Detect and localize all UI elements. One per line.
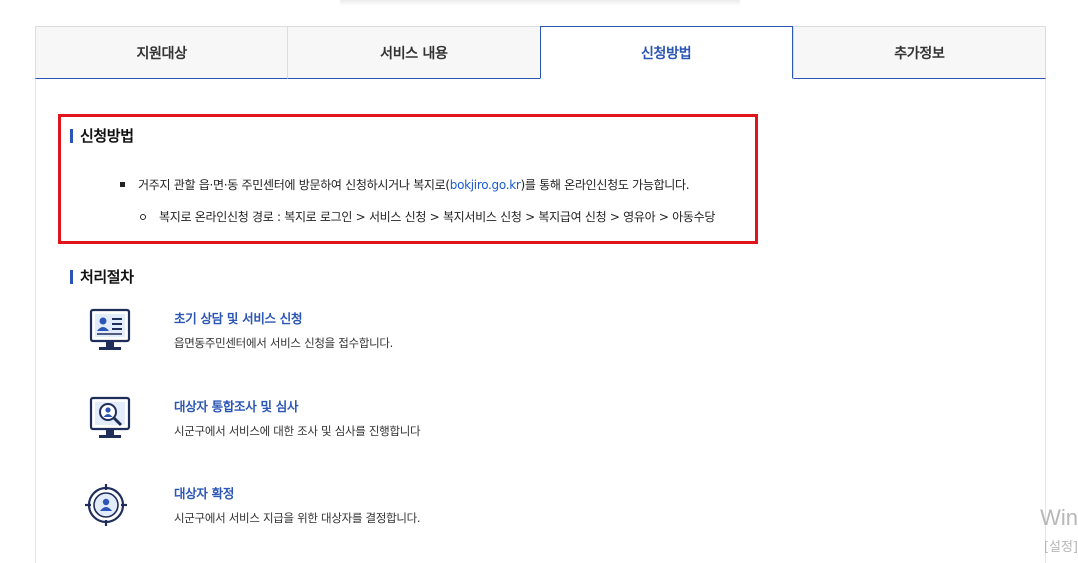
- apply-section-title: 신청방법: [70, 125, 134, 146]
- tab-bar: 지원대상 서비스 내용 신청방법 추가정보: [35, 26, 1046, 79]
- process-section-title: 처리절차: [70, 266, 134, 287]
- activation-watermark-sub: [설정]: [1043, 540, 1078, 555]
- tab-additional-info[interactable]: 추가정보: [792, 26, 1046, 79]
- process-step-3: 대상자 확정 시군구에서 서비스 지급을 위한 대상자를 결정합니다.: [84, 483, 684, 543]
- title-bar-marker: [70, 269, 73, 284]
- tab-service-content[interactable]: 서비스 내용: [287, 26, 540, 79]
- top-shadow: [340, 0, 740, 6]
- bokjiro-link[interactable]: bokjiro.go.kr: [450, 178, 521, 192]
- apply-bullet-post: )를 통해 온라인신청도 가능합니다.: [520, 178, 690, 192]
- square-bullet-icon: [120, 182, 125, 187]
- process-step-1: 초기 상담 및 서비스 신청 읍면동주민센터에서 서비스 신청을 접수합니다.: [84, 308, 684, 368]
- tab-application-method[interactable]: 신청방법: [539, 26, 793, 79]
- monitor-profile-icon: [84, 308, 136, 360]
- step-2-title: 대상자 통합조사 및 심사: [174, 399, 299, 414]
- apply-sub-bullet-text: 복지로 온라인신청 경로 : 복지로 로그인 > 서비스 신청 > 복지서비스 …: [159, 210, 716, 224]
- step-3-desc: 시군구에서 서비스 지급을 위한 대상자를 결정합니다.: [174, 511, 421, 525]
- step-1-desc: 읍면동주민센터에서 서비스 신청을 접수합니다.: [174, 336, 394, 350]
- circle-bullet-icon: [140, 213, 146, 220]
- process-section-title-text: 처리절차: [80, 268, 134, 286]
- title-bar-marker: [70, 128, 73, 143]
- apply-section-title-text: 신청방법: [80, 127, 134, 145]
- step-1-title: 초기 상담 및 서비스 신청: [174, 311, 303, 326]
- apply-sub-bullet: 복지로 온라인신청 경로 : 복지로 로그인 > 서비스 신청 > 복지서비스 …: [140, 208, 715, 225]
- monitor-search-person-icon: [84, 396, 136, 448]
- target-person-icon: [84, 483, 136, 535]
- activation-watermark: Win: [1040, 505, 1078, 530]
- process-step-2: 대상자 통합조사 및 심사 시군구에서 서비스에 대한 조사 및 심사를 진행합…: [84, 396, 684, 456]
- step-2-desc: 시군구에서 서비스에 대한 조사 및 심사를 진행합니다: [174, 424, 421, 438]
- step-3-title: 대상자 확정: [174, 486, 235, 501]
- apply-bullet-pre: 거주지 관할 읍·면·동 주민센터에 방문하여 신청하시거나 복지로(: [138, 178, 450, 192]
- tab-eligibility[interactable]: 지원대상: [35, 26, 288, 79]
- apply-bullet: 거주지 관할 읍·면·동 주민센터에 방문하여 신청하시거나 복지로(bokji…: [120, 176, 690, 193]
